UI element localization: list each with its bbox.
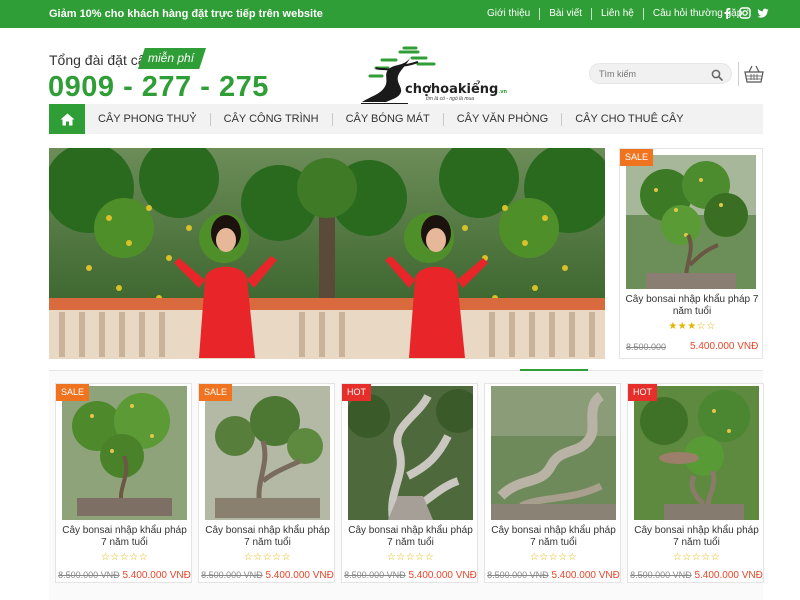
nav-item-office[interactable]: CÂY VĂN PHÒNG — [442, 112, 562, 126]
bonsai-photo — [205, 386, 330, 520]
hotline-number[interactable]: 0909 - 277 - 275 — [48, 71, 269, 104]
new-price: 5.400.000 VNĐ — [694, 570, 763, 581]
product-card[interactable]: SALE Cây bonsai nhập khẩu pháp 7 năm tuổ… — [198, 383, 335, 583]
hotline-label: Tổng đài đặt cây — [49, 52, 153, 68]
product-name[interactable]: Cây bonsai nhập khẩu pháp 7 năm tuổi — [60, 525, 189, 549]
hero-slider[interactable] — [49, 148, 605, 359]
new-price: 5.400.000 VNĐ — [265, 570, 334, 581]
driftwood-bonsai-photo — [348, 386, 473, 520]
old-price: 8.500.000 VNĐ — [630, 570, 692, 580]
driftwood-bonsai-photo — [491, 386, 616, 520]
facebook-icon[interactable] — [721, 7, 733, 19]
cart-divider — [738, 62, 739, 86]
bonsai-photo — [626, 155, 756, 289]
rating-stars: ★★★☆☆ — [668, 321, 716, 332]
active-tab-indicator — [520, 369, 588, 371]
product-image[interactable] — [491, 386, 616, 520]
product-name[interactable]: Cây bonsai nhập khẩu pháp 7 năm tuổi — [203, 525, 332, 549]
search-input[interactable] — [599, 67, 709, 81]
featured-product-image[interactable] — [626, 155, 756, 289]
sale-badge: SALE — [199, 384, 233, 401]
product-card[interactable]: Cây bonsai nhập khẩu pháp 7 năm tuổi ☆☆☆… — [484, 383, 621, 583]
product-card[interactable]: SALE Cây bonsai nhập khẩu pháp 7 năm tuổ… — [55, 383, 192, 583]
social-links — [721, 7, 769, 19]
search-icon[interactable] — [711, 68, 723, 81]
twitter-icon[interactable] — [757, 7, 769, 19]
product-name[interactable]: Cây bonsai nhập khẩu pháp 7 năm tuổi — [624, 294, 760, 318]
rating-stars: ☆☆☆☆☆ — [100, 552, 149, 563]
product-image[interactable] — [634, 386, 759, 520]
hot-badge: HOT — [628, 384, 657, 401]
home-icon — [60, 113, 74, 125]
product-name[interactable]: Cây bonsai nhập khẩu pháp 7 năm tuổi — [489, 525, 618, 549]
new-price: 5.400.000 VNĐ — [551, 570, 620, 581]
hero-banner-image — [49, 148, 605, 359]
new-price: 5.400.000 VNĐ — [690, 341, 759, 352]
logo-suffix: .vn — [498, 89, 508, 95]
link-contact[interactable]: Liên hệ — [591, 8, 643, 20]
price-row: 8.500.000 VNĐ 5.400.000 VNĐ — [199, 570, 336, 581]
link-articles[interactable]: Bài viết — [539, 8, 591, 20]
old-price: 8.500.000 VNĐ — [201, 570, 263, 580]
home-button[interactable] — [49, 104, 85, 134]
old-price: 8.500.000 VNĐ — [58, 570, 120, 580]
price-row: 8.500.000 VNĐ 5.400.000 VNĐ — [628, 570, 765, 581]
top-bar: Giảm 10% cho khách hàng đặt trực tiếp tr… — [0, 0, 800, 28]
rating-stars: ☆☆☆☆☆ — [243, 552, 292, 563]
logo-text: chợhoakiểng.vn — [405, 82, 508, 97]
bonsai-photo — [62, 386, 187, 520]
sale-badge: SALE — [620, 149, 654, 166]
rating-stars: ☆☆☆☆☆ — [672, 552, 721, 563]
bonsai-photo — [634, 386, 759, 520]
link-about[interactable]: Giới thiệu — [478, 8, 539, 20]
nav-item-feng-shui[interactable]: CÂY PHONG THUỶ — [85, 113, 210, 126]
product-name[interactable]: Cây bonsai nhập khẩu pháp 7 năm tuổi — [346, 525, 475, 549]
rating-stars: ☆☆☆☆☆ — [386, 552, 435, 563]
old-price: 8.500.000 VNĐ — [487, 570, 549, 580]
old-price: 8.500.000 — [626, 342, 667, 352]
top-links: Giới thiệu Bài viết Liên hệ Câu hỏi thườ… — [478, 8, 751, 20]
product-name[interactable]: Cây bonsai nhập khẩu pháp 7 năm tuổi — [632, 525, 761, 549]
main-nav: CÂY PHONG THUỶ CÂY CÔNG TRÌNH CÂY BÓNG M… — [49, 104, 763, 134]
price-row: 8.500.000 VNĐ 5.400.000 VNĐ — [342, 570, 479, 581]
old-price: 8.500.000 VNĐ — [344, 570, 406, 580]
product-image[interactable] — [205, 386, 330, 520]
sale-badge: SALE — [56, 384, 90, 401]
product-card[interactable]: HOT Cây bonsai nhập khẩu pháp 7 năm tuổi… — [627, 383, 764, 583]
new-price: 5.400.000 VNĐ — [408, 570, 477, 581]
rating-stars: ☆☆☆☆☆ — [529, 552, 578, 563]
free-badge: miễn phí — [138, 48, 207, 69]
price-row: 8.500.000 VNĐ 5.400.000 VNĐ — [56, 570, 193, 581]
cart-icon[interactable] — [744, 64, 764, 84]
search-box — [589, 63, 732, 84]
nav-item-shade[interactable]: CÂY BÓNG MÁT — [331, 112, 443, 126]
price-row: 8.500.000 VNĐ 5.400.000 VNĐ — [485, 570, 622, 581]
product-image[interactable] — [348, 386, 473, 520]
instagram-icon[interactable] — [739, 7, 751, 19]
hot-badge: HOT — [342, 384, 371, 401]
nav-item-construction[interactable]: CÂY CÔNG TRÌNH — [209, 112, 332, 126]
product-image[interactable] — [62, 386, 187, 520]
new-price: 5.400.000 VNĐ — [122, 570, 191, 581]
product-card[interactable]: HOT Cây bonsai nhập khẩu pháp 7 năm tuổi… — [341, 383, 478, 583]
featured-product-card[interactable]: SALE Cây bonsai nhập khẩu pháp 7 năm tuổ… — [619, 148, 763, 359]
nav-item-rental[interactable]: CÂY CHO THUÊ CÂY — [561, 112, 696, 126]
logo-tagline: tìm là có - ngó là mua — [426, 96, 475, 102]
promo-text: Giảm 10% cho khách hàng đặt trực tiếp tr… — [49, 8, 323, 20]
